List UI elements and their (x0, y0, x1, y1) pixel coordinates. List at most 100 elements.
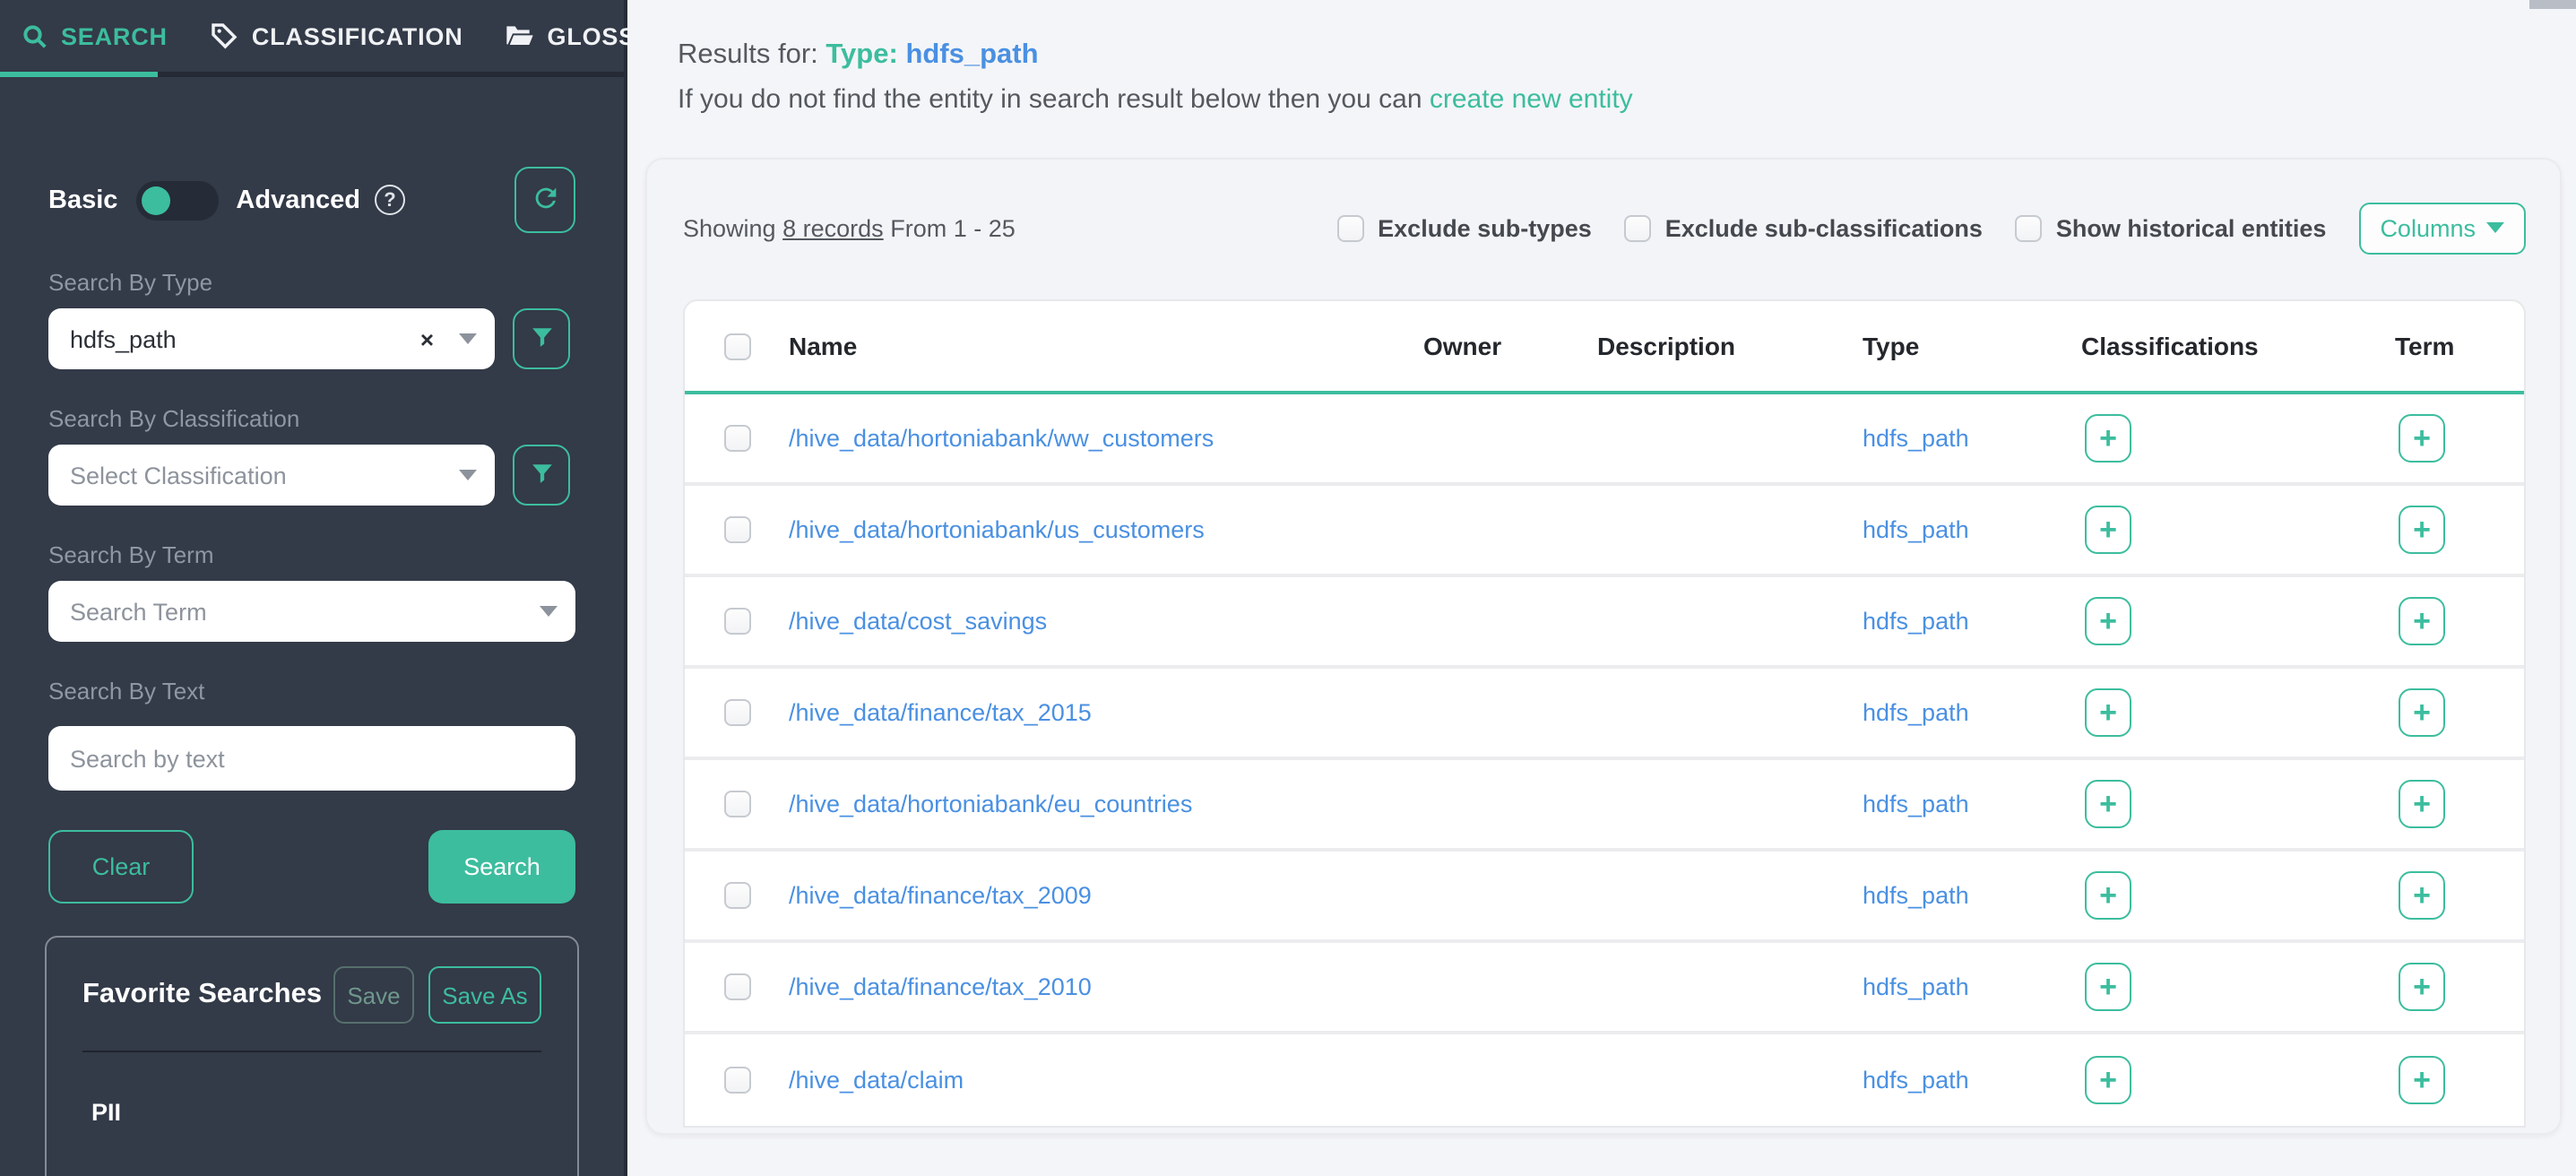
add-classification-button[interactable]: + (2085, 1056, 2131, 1104)
table-row: /hive_data/hortoniabank/eu_countries hdf… (685, 760, 2524, 852)
type-select[interactable]: hdfs_path × (48, 308, 495, 369)
help-icon[interactable]: ? (375, 185, 405, 215)
row-checkbox[interactable] (723, 425, 750, 452)
add-term-button[interactable]: + (2399, 688, 2445, 737)
show-historical-option[interactable]: Show historical entities (2015, 214, 2327, 241)
exclude-subclassifications-checkbox[interactable] (1624, 214, 1651, 241)
row-checkbox[interactable] (723, 882, 750, 909)
classification-select[interactable]: Select Classification (48, 445, 495, 506)
favorite-search-item[interactable]: PII (82, 1099, 541, 1126)
add-classification-button[interactable]: + (2085, 597, 2131, 645)
entity-name-link[interactable]: /hive_data/claim (789, 1066, 964, 1093)
chevron-down-icon (540, 606, 558, 617)
favorite-searches-title: Favorite Searches (82, 979, 333, 1011)
type-filter-button[interactable] (513, 308, 570, 369)
add-term-button[interactable]: + (2399, 506, 2445, 554)
exclude-subtypes-checkbox[interactable] (1336, 214, 1363, 241)
hint-text: If you do not find the entity in search … (678, 84, 1422, 115)
entity-name-link[interactable]: /hive_data/finance/tax_2015 (789, 698, 1092, 725)
chevron-down-icon (459, 470, 477, 480)
create-new-entity-link[interactable]: create new entity (1430, 84, 1633, 115)
entity-type-link[interactable]: hdfs_path (1863, 881, 1969, 908)
showing-records-text: Showing 8 records From 1 - 25 (683, 214, 1016, 241)
entity-type-link[interactable]: hdfs_path (1863, 790, 1969, 817)
records-range: From 1 - 25 (890, 214, 1016, 241)
search-button[interactable]: Search (428, 830, 575, 904)
exclude-subclassifications-option[interactable]: Exclude sub-classifications (1624, 214, 1983, 241)
divider (82, 1051, 541, 1052)
entity-name-link[interactable]: /hive_data/hortoniabank/us_customers (789, 515, 1205, 542)
refresh-button[interactable] (514, 167, 575, 233)
add-term-button[interactable]: + (2399, 871, 2445, 920)
tab-search[interactable]: SEARCH (0, 0, 189, 74)
tab-classification[interactable]: CLASSIFICATION (189, 0, 485, 74)
records-count-link[interactable]: 8 records (782, 214, 884, 241)
row-checkbox[interactable] (723, 973, 750, 1000)
exclude-subtypes-option[interactable]: Exclude sub-types (1336, 214, 1592, 241)
row-checkbox[interactable] (723, 608, 750, 635)
results-type-label: Type: (826, 39, 897, 70)
add-term-button[interactable]: + (2399, 597, 2445, 645)
column-header-type: Type (1863, 332, 2081, 360)
scrollbar-thumb[interactable] (2529, 0, 2576, 9)
results-panel: Showing 8 records From 1 - 25 Exclude su… (645, 158, 2562, 1135)
add-classification-button[interactable]: + (2085, 688, 2131, 737)
clear-button[interactable]: Clear (48, 830, 194, 904)
tab-search-label: SEARCH (61, 22, 168, 49)
entity-name-link[interactable]: /hive_data/hortoniabank/eu_countries (789, 790, 1192, 817)
search-icon (22, 22, 48, 49)
exclude-subclassifications-label: Exclude sub-classifications (1665, 214, 1983, 241)
column-header-classifications: Classifications (2081, 332, 2395, 360)
add-classification-button[interactable]: + (2085, 414, 2131, 463)
results-table: Name Owner Description Type Classificati… (683, 299, 2526, 1128)
entity-type-link[interactable]: hdfs_path (1863, 973, 1969, 999)
select-all-checkbox[interactable] (723, 333, 750, 359)
folder-open-icon (506, 23, 535, 48)
add-classification-button[interactable]: + (2085, 963, 2131, 1011)
row-checkbox[interactable] (723, 516, 750, 543)
entity-name-link[interactable]: /hive_data/cost_savings (789, 607, 1047, 634)
search-by-term-label: Search By Term (48, 541, 575, 568)
term-select[interactable]: Search Term (48, 581, 575, 642)
add-term-button[interactable]: + (2399, 963, 2445, 1011)
save-button[interactable]: Save (333, 966, 414, 1024)
table-row: /hive_data/hortoniabank/us_customers hdf… (685, 486, 2524, 577)
row-checkbox[interactable] (723, 791, 750, 817)
add-classification-button[interactable]: + (2085, 506, 2131, 554)
save-as-button[interactable]: Save As (428, 966, 541, 1024)
tag-icon (211, 22, 239, 50)
entity-type-link[interactable]: hdfs_path (1863, 698, 1969, 725)
search-by-type-label: Search By Type (48, 269, 575, 296)
add-classification-button[interactable]: + (2085, 871, 2131, 920)
search-text-input[interactable] (48, 726, 575, 791)
entity-type-link[interactable]: hdfs_path (1863, 424, 1969, 451)
entity-name-link[interactable]: /hive_data/finance/tax_2009 (789, 881, 1092, 908)
entity-type-link[interactable]: hdfs_path (1863, 1066, 1969, 1093)
basic-advanced-toggle[interactable] (135, 180, 218, 220)
table-body: /hive_data/hortoniabank/ww_customers hdf… (685, 394, 2524, 1126)
classification-select-value: Select Classification (70, 462, 452, 489)
entity-type-link[interactable]: hdfs_path (1863, 515, 1969, 542)
classification-filter-button[interactable] (513, 445, 570, 506)
table-row: /hive_data/finance/tax_2015 hdfs_path + … (685, 669, 2524, 760)
row-checkbox[interactable] (723, 1067, 750, 1094)
entity-type-link[interactable]: hdfs_path (1863, 607, 1969, 634)
search-by-text-label: Search By Text (48, 678, 575, 705)
results-toolbar: Showing 8 records From 1 - 25 Exclude su… (683, 203, 2526, 253)
add-classification-button[interactable]: + (2085, 780, 2131, 828)
advanced-label: Advanced (236, 186, 360, 214)
entity-name-link[interactable]: /hive_data/finance/tax_2010 (789, 973, 1092, 999)
entity-name-link[interactable]: /hive_data/hortoniabank/ww_customers (789, 424, 1214, 451)
clear-type-icon[interactable]: × (420, 325, 434, 352)
add-term-button[interactable]: + (2399, 780, 2445, 828)
results-main: Results for: Type: hdfs_path If you do n… (627, 0, 2576, 1176)
search-by-classification-label: Search By Classification (48, 405, 575, 432)
row-checkbox[interactable] (723, 699, 750, 726)
columns-button[interactable]: Columns (2358, 202, 2526, 254)
exclude-subtypes-label: Exclude sub-types (1378, 214, 1592, 241)
add-term-button[interactable]: + (2399, 414, 2445, 463)
create-entity-hint: If you do not find the entity in search … (678, 84, 2576, 115)
show-historical-checkbox[interactable] (2015, 214, 2042, 241)
add-term-button[interactable]: + (2399, 1056, 2445, 1104)
column-header-term: Term (2395, 332, 2524, 360)
